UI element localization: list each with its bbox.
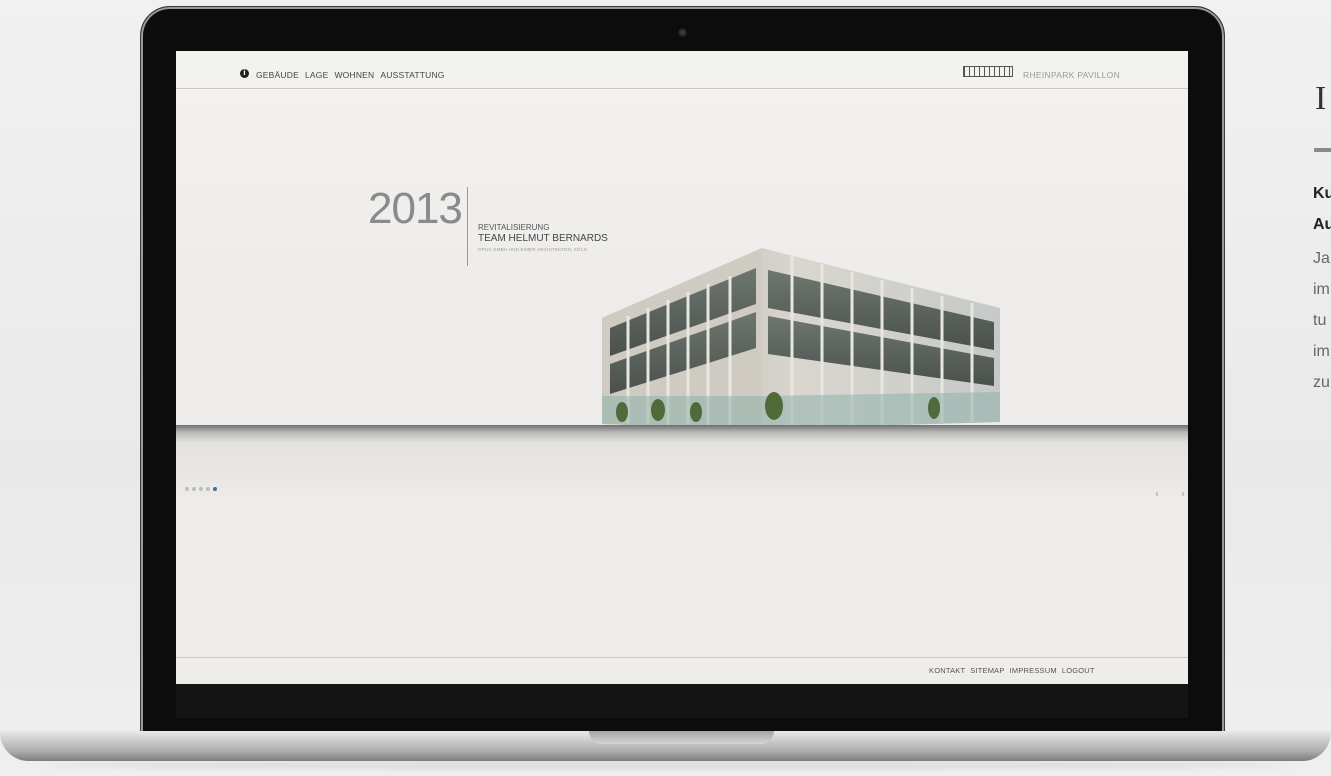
hero-subtitle: REVITALISIERUNG <box>478 223 550 232</box>
footer-link-sitemap[interactable]: SITEMAP <box>970 666 1004 675</box>
camera-icon <box>678 28 687 37</box>
slider-dot[interactable] <box>206 487 210 491</box>
info-icon[interactable]: i <box>240 69 249 78</box>
side-heading: I <box>1315 80 1327 117</box>
slider-dot[interactable] <box>199 487 203 491</box>
top-navigation-bar: i GEBÄUDE LAGE WOHNEN AUSSTATTUNG RHEINP… <box>176 51 1188 89</box>
nav-item-ausstattung[interactable]: AUSSTATTUNG <box>380 70 444 80</box>
ground-shadow <box>176 425 1188 443</box>
base-shadow <box>40 761 1291 769</box>
ground-fade <box>176 443 1188 503</box>
side-text-line: im <box>1313 281 1330 298</box>
nav-item-wohnen[interactable]: WOHNEN <box>334 70 374 80</box>
footer-link-impressum[interactable]: IMPRESSUM <box>1010 666 1057 675</box>
brand-name[interactable]: RHEINPARK PAVILLON <box>1023 70 1120 80</box>
main-nav: GEBÄUDE LAGE WOHNEN AUSSTATTUNG <box>256 70 445 80</box>
slider-dot-active[interactable] <box>213 487 217 491</box>
side-bold-line: Au <box>1313 216 1331 233</box>
footer-nav: KONTAKT SITEMAP IMPRESSUM LOGOUT <box>929 666 1095 675</box>
hero-divider <box>467 187 468 266</box>
screen-bezel-bottom <box>176 684 1188 718</box>
side-text-line: Ja <box>1313 250 1330 267</box>
hero-credit: OPUS GMBH UND EIMER ARCHITEKTEN, KÖLN <box>478 247 587 252</box>
slider-dot[interactable] <box>185 487 189 491</box>
hero-title: TEAM HELMUT BERNARDS <box>478 233 608 244</box>
slider-pagination <box>185 487 217 491</box>
side-text-line: im <box>1313 343 1330 360</box>
slider-dot[interactable] <box>192 487 196 491</box>
side-text-line: zu <box>1313 374 1330 391</box>
side-bold-line: Ku <box>1313 185 1331 202</box>
hero-year: 2013 <box>368 184 463 233</box>
slider-next-icon[interactable]: › <box>1181 489 1185 500</box>
building-image <box>602 248 1000 429</box>
side-text-line: tu <box>1313 312 1327 329</box>
screen: i GEBÄUDE LAGE WOHNEN AUSSTATTUNG RHEINP… <box>176 51 1188 684</box>
footer-link-logout[interactable]: LOGOUT <box>1062 666 1095 675</box>
side-rule <box>1314 148 1331 152</box>
laptop-notch <box>589 731 774 744</box>
footer-link-kontakt[interactable]: KONTAKT <box>929 666 965 675</box>
nav-item-lage[interactable]: LAGE <box>305 70 328 80</box>
slider-prev-icon[interactable]: ‹ <box>1155 489 1159 500</box>
building-logo-icon[interactable] <box>963 66 1013 77</box>
footer-divider <box>176 657 1188 658</box>
nav-item-gebaeude[interactable]: GEBÄUDE <box>256 70 299 80</box>
